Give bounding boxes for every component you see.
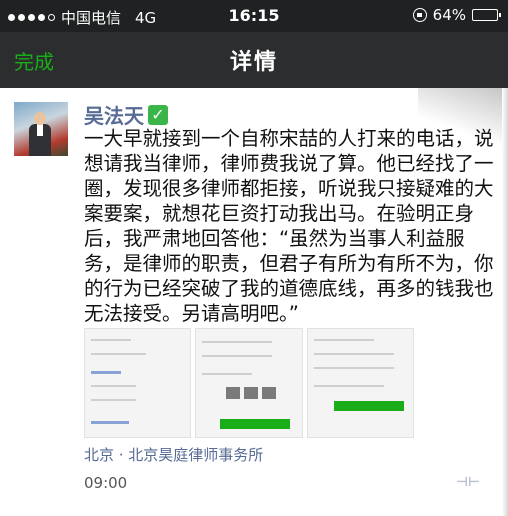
avatar-person-head bbox=[34, 112, 46, 125]
photo-shadow bbox=[418, 88, 508, 158]
nav-bar: 完成 详情 bbox=[0, 32, 508, 88]
post-image[interactable] bbox=[195, 328, 303, 438]
author-name[interactable]: 吴法天 ✓ bbox=[84, 100, 168, 129]
author-name-text: 吴法天 bbox=[84, 104, 144, 128]
photo-edge-shadow bbox=[502, 88, 508, 516]
post-time: 09:00 bbox=[84, 474, 128, 492]
rotation-lock-icon bbox=[412, 8, 427, 22]
post-image[interactable] bbox=[84, 328, 192, 438]
post-image[interactable] bbox=[306, 328, 414, 438]
avatar-shirt bbox=[37, 124, 43, 136]
watermark-icon: ⊣⊢ bbox=[456, 475, 480, 490]
status-right: 64% bbox=[412, 6, 501, 24]
post-location[interactable]: 北京 · 北京昊庭律师事务所 bbox=[84, 444, 263, 465]
page-title: 详情 bbox=[229, 50, 278, 75]
post-images bbox=[84, 328, 414, 438]
avatar[interactable] bbox=[14, 102, 68, 156]
check-mark-icon: ✓ bbox=[148, 104, 168, 125]
battery-icon bbox=[472, 9, 501, 21]
battery-percent: 64% bbox=[432, 6, 466, 24]
status-bar: 中国电信 4G 16:15 64% bbox=[0, 0, 508, 32]
